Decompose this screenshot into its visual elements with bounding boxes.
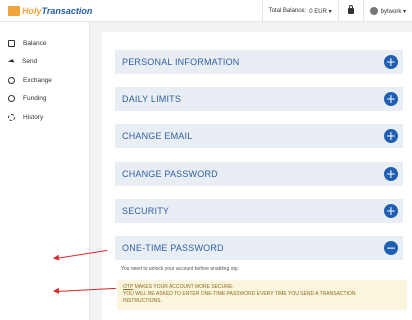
holytransaction-logo[interactable]: Holy Transaction [8,5,92,17]
section-title: CHANGE EMAIL [122,131,193,141]
logo-mark-icon [8,6,20,16]
logo-text-transaction: Transaction [41,6,93,16]
otp-warning-line1: MAKES YOUR ACCOUNT MORE SECURE. [133,284,234,290]
otp-warning-box: OTP MAKES YOUR ACCOUNT MORE SECURE. YOU … [117,280,407,310]
exchange-icon [8,76,15,84]
logo-text-holy: Holy [22,6,42,16]
expand-plus-icon[interactable]: + [384,167,398,181]
otp-unlock-note: You need to unlock your account before e… [121,266,239,272]
sidebar-item-history[interactable]: History [0,108,89,127]
main-content: PERSONAL INFORMATION + DAILY LIMITS + CH… [90,22,412,320]
section-one-time-password[interactable]: ONE-TIME PASSWORD − [115,236,403,260]
section-title: DAILY LIMITS [122,94,182,104]
sidebar-item-exchange[interactable]: Exchange [0,71,89,90]
lock-icon[interactable] [347,5,354,14]
section-title: ONE-TIME PASSWORD [122,243,224,253]
divider [337,0,339,22]
otp-warning-line2: YOU WILL BE ASKED TO ENTER ONE-TIME PASS… [123,291,356,297]
collapse-minus-icon[interactable]: − [384,241,398,255]
otp-warning-line3: INSTRUCTIONS. [123,298,162,304]
section-security[interactable]: SECURITY + [115,199,403,223]
balance-value: 0 EUR [309,8,327,15]
expand-plus-icon[interactable]: + [384,204,398,218]
paper-plane-icon [7,58,15,65]
divider [362,0,364,22]
sidebar-item-label: Balance [23,39,47,47]
section-daily-limits[interactable]: DAILY LIMITS + [115,87,403,111]
wallet-icon [8,39,15,47]
section-personal-information[interactable]: PERSONAL INFORMATION + [115,50,403,74]
username: bytwork [380,8,402,15]
top-right-area: Total Balance: 0 EUR ▾ bytwork ▾ [256,0,406,22]
user-avatar [369,7,378,15]
sidebar-item-label: Funding [23,95,47,103]
sidebar-item-balance[interactable]: Balance [0,34,89,53]
section-title: CHANGE PASSWORD [122,169,218,179]
total-balance-label: Total Balance: [268,8,307,14]
divider [261,0,263,22]
piggy-bank-icon [8,95,15,103]
top-bar: Holy Transaction Total Balance: 0 EUR ▾ … [0,0,412,22]
section-change-password[interactable]: CHANGE PASSWORD + [115,162,403,186]
expand-plus-icon[interactable]: + [384,55,398,69]
sidebar-item-label: History [23,113,44,121]
section-title: SECURITY [122,206,170,216]
balance-currency-select[interactable]: 0 EUR ▾ [309,8,331,15]
section-title: PERSONAL INFORMATION [122,57,240,67]
sidebar-item-label: Send [22,58,38,66]
sidebar-item-funding[interactable]: Funding [0,90,89,109]
expand-plus-icon[interactable]: + [384,129,398,143]
user-menu[interactable]: bytwork ▾ [381,8,406,15]
otp-link[interactable]: OTP [123,284,133,290]
sidebar: Balance Send Exchange Funding History [0,22,90,320]
section-change-email[interactable]: CHANGE EMAIL + [115,124,403,148]
expand-plus-icon[interactable]: + [384,92,398,106]
history-icon [8,113,15,121]
sidebar-item-send[interactable]: Send [0,53,89,72]
sidebar-item-label: Exchange [23,76,52,84]
